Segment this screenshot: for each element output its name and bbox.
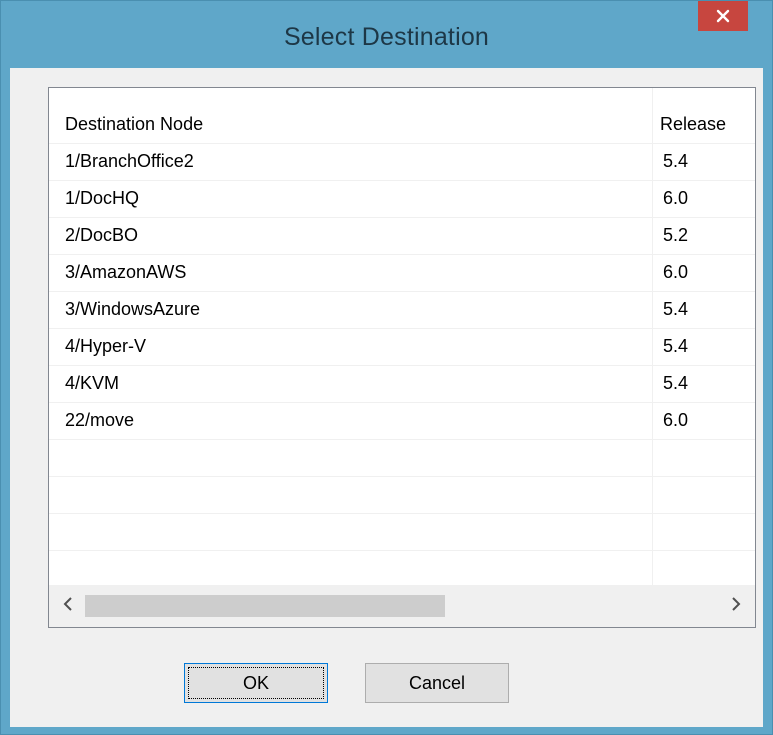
column-header-destination-node[interactable]: Destination Node: [65, 106, 203, 143]
dialog-window: Select Destination Destination Node Rele…: [0, 0, 773, 735]
dialog-client-area: Destination Node Release 1/BranchOffice2…: [10, 68, 763, 727]
destination-node-cell: 22/move: [65, 410, 135, 430]
close-button[interactable]: [698, 1, 748, 31]
horizontal-scrollbar[interactable]: [49, 585, 755, 627]
table-row[interactable]: 3/WindowsAzure 5.4: [49, 291, 755, 328]
ok-button[interactable]: OK: [184, 663, 328, 703]
close-icon: [716, 9, 730, 23]
row-gridline: [49, 217, 755, 218]
cancel-button[interactable]: Cancel: [365, 663, 509, 703]
row-gridline: [49, 439, 755, 440]
chevron-left-icon: [63, 596, 73, 616]
release-cell: 6.0: [663, 262, 689, 282]
dialog-title: Select Destination: [283, 23, 490, 51]
destination-node-cell: 4/KVM: [65, 373, 120, 393]
scroll-left-button[interactable]: [55, 593, 81, 619]
scroll-right-button[interactable]: [723, 593, 749, 619]
destination-node-cell: 1/BranchOffice2: [65, 151, 194, 171]
focus-rectangle: [188, 667, 324, 699]
destination-node-cell: 3/AmazonAWS: [65, 262, 187, 282]
table-row[interactable]: 2/DocBO 5.2: [49, 217, 755, 254]
release-cell: 6.0: [663, 410, 689, 430]
list-grid: Destination Node Release 1/BranchOffice2…: [49, 88, 755, 585]
row-gridline: [49, 254, 755, 255]
chevron-right-icon: [731, 596, 741, 616]
release-cell: 5.4: [663, 373, 689, 393]
release-cell: 5.4: [663, 151, 689, 171]
row-gridline: [49, 476, 755, 477]
row-gridline: [49, 365, 755, 366]
cancel-button-label: Cancel: [408, 672, 466, 693]
row-gridline: [49, 291, 755, 292]
table-row[interactable]: 4/Hyper-V 5.4: [49, 328, 755, 365]
column-header-release[interactable]: Release: [660, 106, 726, 143]
row-gridline: [49, 180, 755, 181]
scroll-thumb[interactable]: [85, 595, 445, 617]
table-row[interactable]: 4/KVM 5.4: [49, 365, 755, 402]
destination-node-cell: 3/WindowsAzure: [65, 299, 201, 319]
table-row[interactable]: 1/DocHQ 6.0: [49, 180, 755, 217]
release-cell: 5.2: [663, 225, 689, 245]
row-gridline: [49, 513, 755, 514]
release-cell: 6.0: [663, 188, 689, 208]
table-row[interactable]: 1/BranchOffice2 5.4: [49, 143, 755, 180]
release-cell: 5.4: [663, 336, 689, 356]
destination-node-cell: 1/DocHQ: [65, 188, 140, 208]
table-row[interactable]: 22/move 6.0: [49, 402, 755, 439]
release-cell: 5.4: [663, 299, 689, 319]
table-row[interactable]: 3/AmazonAWS 6.0: [49, 254, 755, 291]
row-gridline: [49, 550, 755, 551]
row-gridline: [49, 143, 755, 144]
destination-node-cell: 2/DocBO: [65, 225, 139, 245]
destination-list[interactable]: Destination Node Release 1/BranchOffice2…: [48, 87, 756, 628]
row-gridline: [49, 402, 755, 403]
row-gridline: [49, 328, 755, 329]
destination-node-cell: 4/Hyper-V: [65, 336, 147, 356]
